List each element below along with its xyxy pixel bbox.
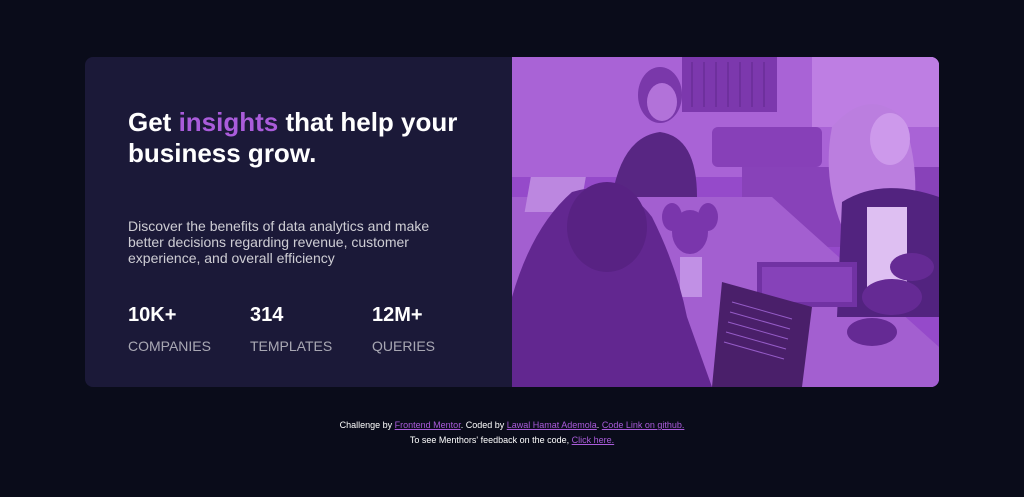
feedback-text: To see Menthors' feedback on the code, — [409, 435, 572, 445]
office-photo-illustration — [512, 57, 939, 387]
stat-templates: 314 TEMPLATES — [250, 304, 372, 354]
stat-label: QUERIES — [372, 338, 436, 354]
attribution-footer: Challenge by Frontend Mentor. Coded by L… — [0, 418, 1024, 448]
stat-value: 10K+ — [128, 304, 177, 326]
challenge-by-text: Challenge by — [339, 420, 395, 430]
stats-row: 10K+ COMPANIES 314 TEMPLATES 12M+ QUERIE… — [128, 304, 512, 354]
feedback-line: To see Menthors' feedback on the code, C… — [0, 433, 1024, 448]
headline: Get insights that help your business gro… — [128, 107, 468, 169]
author-link[interactable]: Lawal Hamat Ademola — [507, 420, 597, 430]
frontend-mentor-link[interactable]: Frontend Mentor — [395, 420, 461, 430]
stat-queries: 12M+ QUERIES — [372, 304, 494, 354]
stat-label: TEMPLATES — [250, 338, 333, 354]
card-text-section: Get insights that help your business gro… — [85, 57, 512, 387]
headline-accent: insights — [178, 107, 279, 137]
github-code-link[interactable]: Code Link on github. — [602, 420, 685, 430]
attribution-line: Challenge by Frontend Mentor. Coded by L… — [0, 418, 1024, 433]
feedback-link[interactable]: Click here. — [572, 435, 615, 445]
coded-by-text: . Coded by — [460, 420, 507, 430]
stat-value: 12M+ — [372, 304, 423, 326]
stats-preview-card: Get insights that help your business gro… — [85, 57, 939, 387]
header-image — [512, 57, 939, 387]
headline-start: Get — [128, 107, 179, 137]
stat-label: COMPANIES — [128, 338, 211, 354]
description: Discover the benefits of data analytics … — [128, 218, 430, 266]
stat-value: 314 — [250, 304, 284, 326]
stat-companies: 10K+ COMPANIES — [128, 304, 250, 354]
